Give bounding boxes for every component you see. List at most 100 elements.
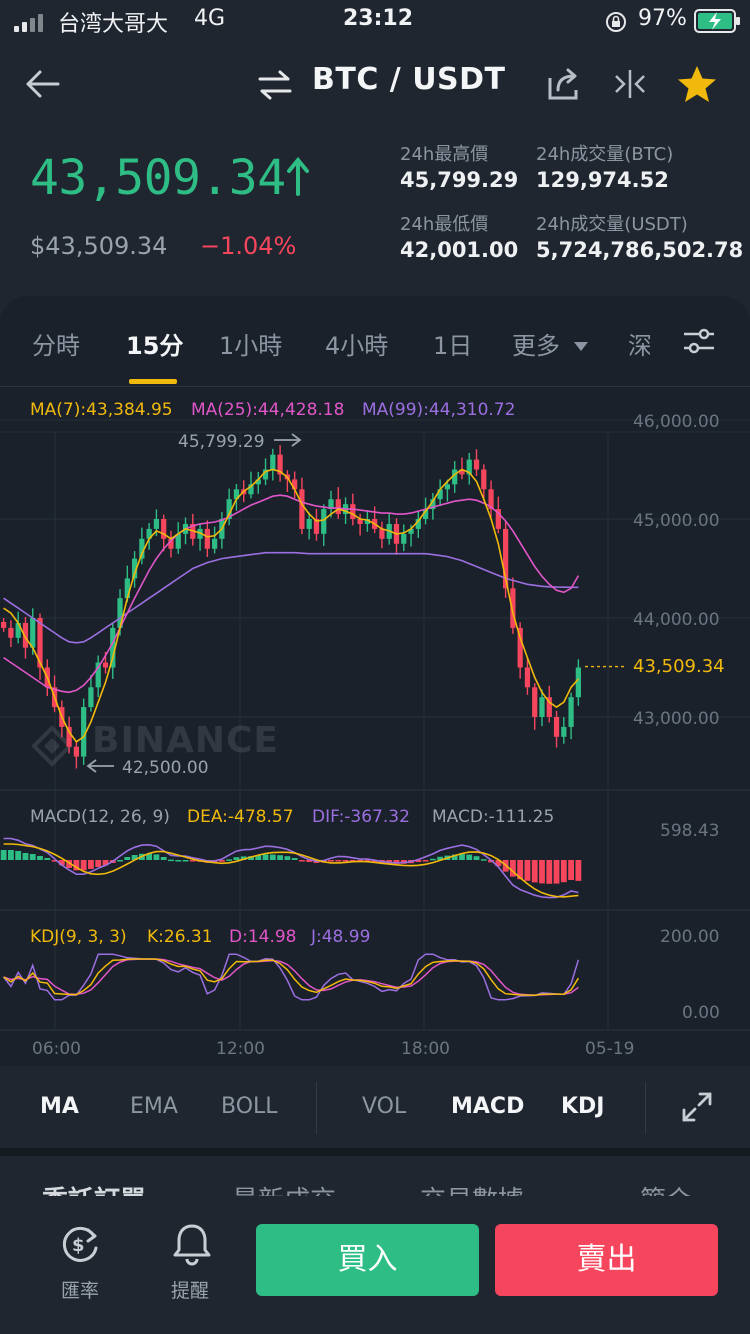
candle-body [379, 528, 385, 539]
section-separator [0, 1148, 750, 1156]
kdj-axis-label: 0.00 [682, 1003, 720, 1023]
tab-1d[interactable]: 1日 [433, 326, 472, 361]
macd-histogram-bar [277, 855, 283, 860]
candle-body [204, 528, 210, 549]
exchange-rate-label[interactable]: 匯率 [61, 1276, 99, 1303]
price-axis-label: 44,000.00 [633, 610, 720, 630]
tab-15m[interactable]: 15分 [126, 326, 183, 361]
clock: 23:12 [343, 6, 414, 31]
pair-title[interactable]: BTC / USDT [312, 62, 506, 97]
macd-histogram-bar [160, 857, 167, 860]
candle-body [30, 618, 36, 648]
divider [316, 1082, 317, 1134]
signal-bar [30, 18, 35, 32]
tab-depth[interactable]: 深 [628, 326, 650, 361]
volume-btc-value: 129,974.52 [536, 168, 669, 192]
macd-histogram-bar [95, 860, 102, 867]
svg-text:$: $ [72, 1235, 85, 1256]
candle-body [102, 662, 109, 668]
macd-histogram-bar [8, 850, 14, 860]
macd-histogram-bar [539, 860, 545, 884]
macd-histogram-bar [168, 859, 174, 862]
macd-histogram-bar [88, 860, 94, 869]
macd-histogram-bar [429, 858, 436, 861]
indicator-boll-button[interactable]: BOLL [221, 1094, 278, 1119]
time-axis-label: 05-19 [585, 1039, 635, 1059]
macd-histogram-bar [182, 860, 189, 862]
macd-histogram-bar [117, 860, 123, 862]
kdj-axis-label: 200.00 [660, 927, 720, 947]
macd-histogram-bar [269, 854, 276, 860]
low-marker-label: 42,500.00 [122, 758, 209, 778]
macd-histogram-bar [568, 860, 574, 880]
tab-1h[interactable]: 1小時 [219, 326, 282, 361]
macd-histogram-bar [531, 860, 538, 883]
macd-histogram-bar [262, 854, 269, 860]
alerts-label[interactable]: 提醒 [171, 1276, 209, 1303]
volume-usdt-value: 5,724,786,502.78 [536, 238, 744, 262]
active-tab-indicator [129, 379, 177, 384]
buy-button[interactable]: 買入 [256, 1224, 479, 1296]
price-axis-label: 46,000.00 [633, 412, 720, 432]
compare-icon[interactable] [612, 66, 648, 102]
indicator-macd-button[interactable]: MACD [451, 1094, 524, 1119]
share-icon[interactable] [546, 66, 582, 102]
fullscreen-icon[interactable] [680, 1090, 714, 1124]
exchange-rate-icon[interactable]: $ [58, 1222, 102, 1266]
macd-histogram-bar [15, 851, 22, 860]
indicator-vol-button[interactable]: VOL [362, 1094, 406, 1119]
kdj-params-legend: KDJ(9, 3, 3) [30, 927, 127, 947]
macd-histogram-bar [480, 859, 487, 861]
tab-time-sharing[interactable]: 分時 [32, 326, 80, 361]
candle-body [575, 667, 581, 698]
high-24h-value: 45,799.29 [400, 168, 519, 192]
candle-body [270, 454, 276, 470]
candle-body [532, 687, 538, 717]
sell-button[interactable]: 賣出 [495, 1224, 718, 1296]
indicator-ema-button[interactable]: EMA [130, 1094, 178, 1119]
candle-body [153, 519, 160, 529]
chart-settings-icon[interactable] [682, 326, 716, 356]
swap-pair-icon[interactable] [256, 68, 294, 102]
macd-dif-legend: DIF:-367.32 [312, 807, 410, 827]
volume-btc-label: 24h成交量(BTC) [536, 144, 674, 165]
macd-histogram-bar [575, 860, 582, 881]
macd-histogram-bar [284, 856, 291, 860]
volume-usdt-label: 24h成交量(USDT) [536, 214, 688, 235]
kdj-indicator [3, 953, 580, 1001]
tab-more-label: 更多 [512, 332, 560, 360]
signal-bar [38, 14, 43, 32]
indicator-kdj-button[interactable]: KDJ [561, 1094, 605, 1119]
time-axis-label: 06:00 [32, 1039, 81, 1059]
price-up-arrow-icon [287, 156, 309, 196]
moving-average-lines [3, 468, 625, 743]
macd-histogram-bar [473, 856, 480, 860]
macd-dea-legend: DEA:-478.57 [187, 807, 294, 827]
macd-histogram-bar [175, 860, 182, 862]
high-24h-label: 24h最高價 [400, 144, 489, 165]
favorite-star-icon[interactable] [676, 64, 718, 104]
bell-icon[interactable] [171, 1222, 213, 1266]
back-arrow-icon[interactable] [22, 64, 62, 104]
tab-more[interactable]: 更多 [512, 326, 588, 361]
candle-body [350, 504, 356, 519]
rotation-lock-icon [606, 12, 626, 32]
watermark-text: BINANCE [92, 720, 279, 761]
indicator-ma-button[interactable]: MA [40, 1094, 79, 1119]
kdj-d-legend: D:14.98 [229, 927, 297, 947]
candle-body [1, 621, 7, 628]
tab-4h[interactable]: 4小時 [325, 326, 388, 361]
macd-histogram-bar [546, 860, 553, 884]
candle-body [8, 627, 14, 638]
kdj-j-line [3, 953, 580, 1001]
candle-body [321, 509, 327, 534]
macd-histogram-bar [422, 860, 429, 862]
candle-body [481, 469, 487, 490]
last-price: 43,509.34 [30, 150, 286, 206]
high-marker-label: 45,799.29 [178, 432, 265, 452]
carrier-name: 台湾大哥大 [58, 12, 169, 37]
last-price-usd: $43,509.34 [30, 232, 168, 260]
status-bar: 台湾大哥大 4G 23:12 97% [0, 0, 750, 44]
macd-histogram-bar [291, 858, 298, 860]
current-price-tag: 43,509.34 [633, 656, 725, 677]
